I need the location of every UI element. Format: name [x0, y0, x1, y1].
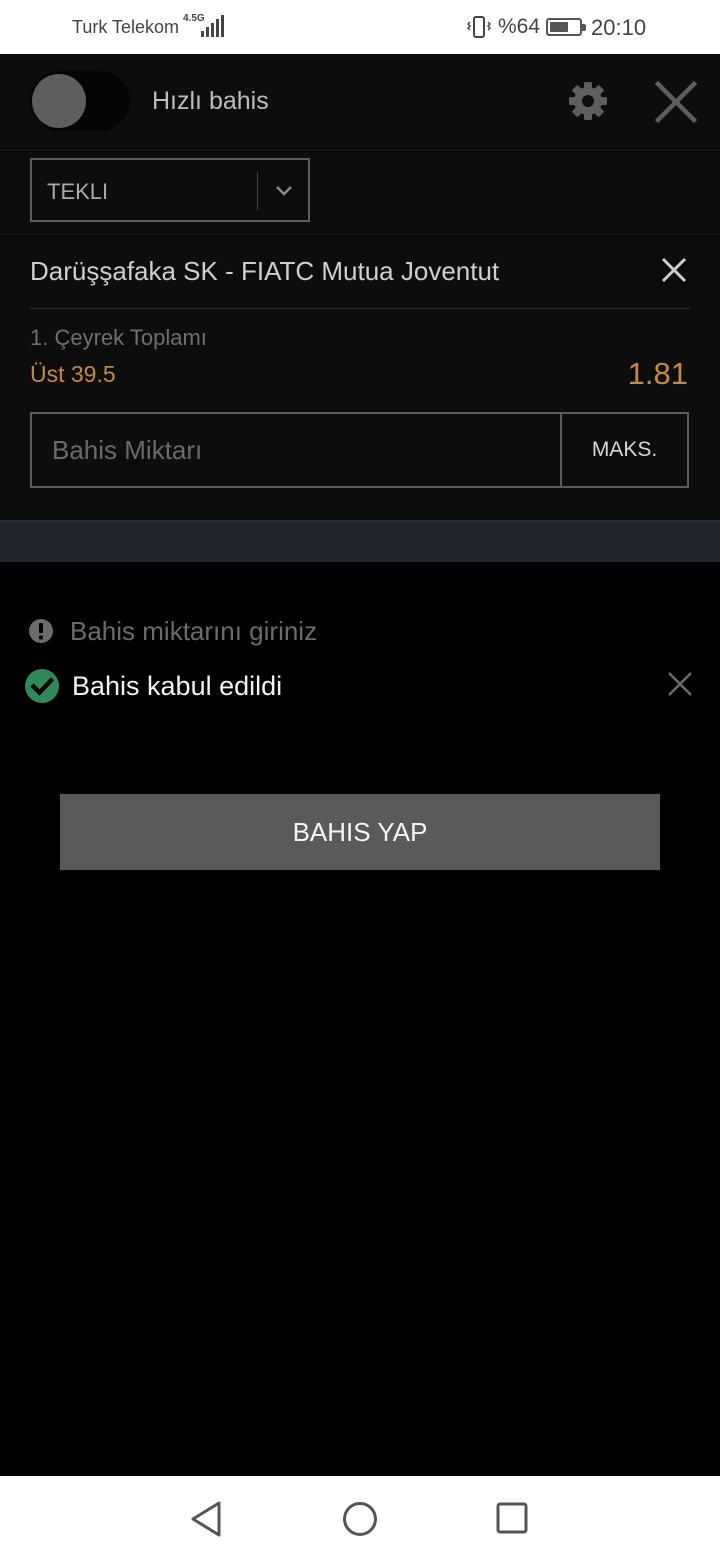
chevron-down-icon — [276, 186, 292, 196]
quick-bet-toggle[interactable] — [30, 71, 130, 131]
success-text: Bahis kabul edildi — [72, 670, 283, 701]
stake-input[interactable] — [32, 414, 560, 486]
place-bet-button[interactable]: BAHIS YAP — [60, 794, 660, 870]
bet-type-section: TEKLI — [0, 152, 720, 235]
section-separator — [0, 520, 720, 562]
home-icon[interactable] — [342, 1501, 378, 1537]
warning-text: Bahis miktarını giriniz — [70, 615, 318, 646]
carrier-name: Turk Telekom — [72, 17, 180, 37]
battery-percent: %64 — [498, 15, 541, 38]
max-stake-button[interactable]: MAKS. — [560, 414, 687, 486]
check-circle-icon — [25, 669, 59, 703]
vibrate-icon — [467, 16, 491, 38]
system-nav-bar — [0, 1476, 720, 1560]
clock: 20:10 — [591, 15, 647, 40]
match-name: Darüşşafaka SK - FIATC Mutua Joventut — [30, 256, 500, 286]
odds-value: 1.81 — [627, 356, 688, 391]
quick-bet-label: Hızlı bahis — [152, 87, 269, 115]
card-divider — [30, 308, 690, 309]
warning-message: Bahis miktarını giriniz — [28, 614, 317, 648]
status-bar: Turk Telekom 4.5G %64 20:10 — [0, 0, 720, 54]
recents-icon[interactable] — [496, 1502, 528, 1534]
bet-type-value: TEKLI — [47, 179, 109, 204]
betslip-header: Hızlı bahis — [0, 54, 720, 151]
dismiss-message-icon[interactable] — [667, 671, 693, 697]
close-icon[interactable] — [655, 81, 697, 123]
back-icon[interactable] — [188, 1500, 224, 1538]
bet-type-select[interactable]: TEKLI — [30, 158, 310, 222]
select-divider — [257, 172, 258, 210]
toggle-knob — [32, 74, 86, 128]
success-message: Bahis kabul edildi — [24, 667, 282, 705]
warning-icon — [29, 619, 53, 643]
remove-bet-icon[interactable] — [660, 256, 688, 284]
selection-name: Üst 39.5 — [30, 361, 116, 387]
signal-icon — [201, 15, 225, 37]
market-name: 1. Çeyrek Toplamı — [30, 325, 207, 350]
stake-row: MAKS. — [30, 412, 689, 488]
gear-icon[interactable] — [568, 81, 608, 121]
battery-icon — [546, 18, 586, 36]
bet-card: Darüşşafaka SK - FIATC Mutua Joventut 1.… — [0, 236, 720, 520]
